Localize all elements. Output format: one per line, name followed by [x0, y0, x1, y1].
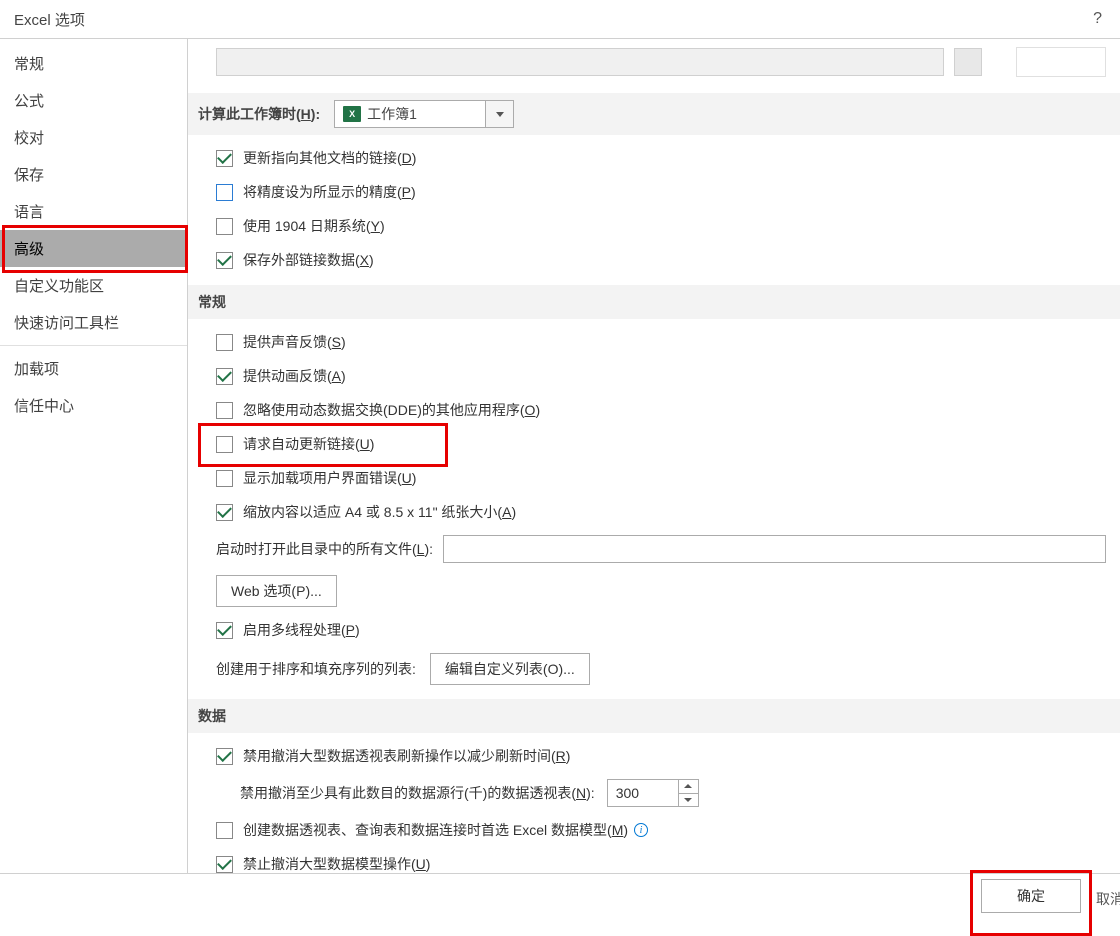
checkbox-addin-errors[interactable] — [216, 470, 233, 487]
section-data-header: 数据 — [188, 699, 1120, 733]
checkbox-auto-update-links[interactable] — [216, 436, 233, 453]
dialog-title: Excel 选项 — [14, 9, 85, 30]
ghost-button — [1016, 47, 1106, 77]
ok-button[interactable]: 确定 — [981, 879, 1081, 913]
checkbox-animation[interactable] — [216, 368, 233, 385]
sidebar-item-formulas[interactable]: 公式 — [0, 82, 187, 119]
section-general-header: 常规 — [188, 285, 1120, 319]
dialog-footer: 确定 取消 — [0, 874, 1120, 917]
help-button[interactable]: ? — [1093, 10, 1106, 28]
sidebar-item-quick-access[interactable]: 快速访问工具栏 — [0, 304, 187, 341]
sidebar: 常规 公式 校对 保存 语言 高级 自定义功能区 快速访问工具栏 加载项 信任中… — [0, 39, 188, 873]
checkbox-multithread[interactable] — [216, 622, 233, 639]
excel-icon: X — [343, 106, 361, 122]
sidebar-item-customize-ribbon[interactable]: 自定义功能区 — [0, 267, 187, 304]
disabled-field — [216, 48, 944, 76]
cancel-button-partial[interactable]: 取消 — [1096, 883, 1120, 909]
spinner-down[interactable] — [679, 794, 698, 807]
info-icon[interactable]: i — [634, 823, 648, 837]
checkbox-sound[interactable] — [216, 334, 233, 351]
checkbox-save-external[interactable] — [216, 252, 233, 269]
section-workbook-calc-header: 计算此工作簿时(H): X 工作簿1 — [188, 93, 1120, 135]
chevron-down-icon[interactable] — [485, 101, 513, 127]
sidebar-item-general[interactable]: 常规 — [0, 45, 187, 82]
checkbox-disable-undo-pivot[interactable] — [216, 748, 233, 765]
checkbox-precision[interactable] — [216, 184, 233, 201]
content-pane: 计算此工作簿时(H): X 工作簿1 更新指向其他文档的链接(D) 将精度设为所… — [188, 39, 1120, 873]
sidebar-item-advanced[interactable]: 高级 — [0, 230, 187, 267]
custom-lists-label: 创建用于排序和填充序列的列表: — [216, 659, 416, 679]
sidebar-item-proofing[interactable]: 校对 — [0, 119, 187, 156]
checkbox-dde[interactable] — [216, 402, 233, 419]
checkbox-scale-paper[interactable] — [216, 504, 233, 521]
disabled-browse — [954, 48, 982, 76]
sidebar-item-language[interactable]: 语言 — [0, 193, 187, 230]
checkbox-update-links[interactable] — [216, 150, 233, 167]
checkbox-prefer-data-model[interactable] — [216, 822, 233, 839]
web-options-button[interactable]: Web 选项(P)... — [216, 575, 337, 607]
sidebar-item-addins[interactable]: 加载项 — [0, 350, 187, 387]
sidebar-item-save[interactable]: 保存 — [0, 156, 187, 193]
sidebar-item-trust-center[interactable]: 信任中心 — [0, 387, 187, 424]
checkbox-disable-undo-model[interactable] — [216, 856, 233, 873]
title-bar: Excel 选项 ? — [0, 0, 1120, 38]
threshold-label: 禁用撤消至少具有此数目的数据源行(千)的数据透视表(N): — [240, 783, 595, 803]
startup-folder-input[interactable] — [443, 535, 1106, 563]
edit-custom-lists-button[interactable]: 编辑自定义列表(O)... — [430, 653, 590, 685]
threshold-spinner[interactable]: 300 — [607, 779, 699, 807]
spinner-up[interactable] — [679, 780, 698, 794]
partial-top-row — [188, 43, 1120, 93]
checkbox-1904[interactable] — [216, 218, 233, 235]
startup-folder-label: 启动时打开此目录中的所有文件(L): — [216, 539, 433, 559]
workbook-combo[interactable]: X 工作簿1 — [334, 100, 514, 128]
